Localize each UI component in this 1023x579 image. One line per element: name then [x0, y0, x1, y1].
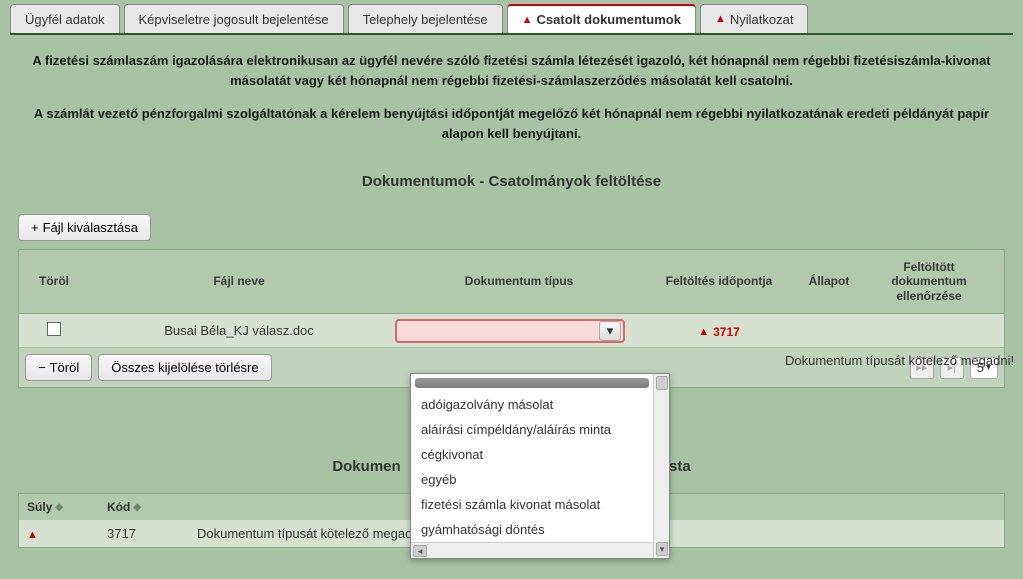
- cell-filename: Busai Béla_KJ válasz.doc: [89, 319, 389, 342]
- button-label: Töröl: [50, 360, 80, 375]
- tab-csatolt-dokumentumok[interactable]: ▲ Csatolt dokumentumok: [507, 4, 696, 33]
- sort-icon: ◆: [133, 502, 141, 513]
- tab-kepviseletre[interactable]: Képviseletre jogosult bejelentése: [124, 4, 344, 33]
- row-error-message: Dokumentum típusát kötelező megadni!: [785, 353, 1014, 368]
- doctype-option[interactable]: fizetési számla kivonat másolat: [411, 492, 653, 517]
- plus-icon: +: [31, 220, 39, 235]
- doctype-option-list: adóigazolvány másolat aláírási címpéldán…: [411, 378, 653, 542]
- col-header-delete: Töröl: [19, 264, 89, 298]
- scroll-thumb[interactable]: [656, 376, 668, 390]
- chevron-down-icon[interactable]: ▾: [599, 321, 621, 341]
- file-select-button[interactable]: + Fájl kiválasztása: [18, 214, 151, 241]
- row-alert-badge: ▲ 3717: [698, 325, 740, 339]
- doctype-option-blank[interactable]: [415, 378, 649, 388]
- doctype-select-display[interactable]: ▾: [395, 319, 625, 343]
- col-header-check: Feltöltött dokumentum ellenőrzése: [869, 250, 989, 313]
- tab-label: Nyilatkozat: [730, 12, 794, 27]
- intro-paragraph-2: A számlát vezető pénzforgalmi szolgáltat…: [18, 104, 1005, 143]
- doctype-option[interactable]: egyéb: [411, 467, 653, 492]
- col-header-filename: Fájl neve: [89, 264, 389, 298]
- col-header-kod[interactable]: Kód ◆: [99, 494, 189, 520]
- table-header-row: Töröl Fájl neve Dokumentum típus Feltölt…: [19, 250, 1004, 314]
- col-header-suly[interactable]: Súly ◆: [19, 494, 99, 520]
- row-delete-checkbox[interactable]: [47, 322, 61, 336]
- dropdown-h-scrollbar[interactable]: ◂ ▸: [411, 542, 669, 558]
- button-label: Fájl kiválasztása: [43, 220, 138, 235]
- col-header-status: Állapot: [789, 264, 869, 298]
- cell-kod: 3717: [99, 520, 189, 547]
- warning-icon: ▲: [715, 13, 726, 25]
- table-row: Busai Béla_KJ válasz.doc ▾ ▲ 3717: [19, 314, 1004, 348]
- intro-paragraph-1: A fizetési számlaszám igazolására elektr…: [18, 51, 1005, 90]
- sort-icon: ◆: [55, 502, 63, 513]
- doctype-option[interactable]: adóigazolvány másolat: [411, 392, 653, 417]
- tab-telephely[interactable]: Telephely bejelentése: [348, 4, 503, 33]
- col-header-uploadtime: Feltöltés időpontja: [649, 264, 789, 298]
- doctype-option[interactable]: gyámhatósági döntés: [411, 517, 653, 542]
- scroll-left-icon[interactable]: ◂: [413, 545, 427, 557]
- delete-button[interactable]: − Töröl: [25, 354, 92, 381]
- button-label: Összes kijelölése törlésre: [111, 360, 258, 375]
- dropdown-v-scrollbar[interactable]: ▾: [653, 374, 669, 558]
- section-title-uploads: Dokumentumok - Csatolmányok feltöltése: [18, 173, 1005, 190]
- alert-code: 3717: [713, 325, 740, 339]
- col-header-doctype: Dokumentum típus: [389, 264, 649, 298]
- doctype-select[interactable]: ▾: [395, 319, 625, 343]
- title-fragment-left: Dokumen: [332, 458, 400, 475]
- tab-nyilatkozat[interactable]: ▲ Nyilatkozat: [700, 4, 808, 33]
- tab-label: Képviseletre jogosult bejelentése: [139, 12, 329, 27]
- tab-label: Csatolt dokumentumok: [537, 12, 681, 27]
- doctype-dropdown-panel: adóigazolvány másolat aláírási címpéldán…: [410, 373, 670, 559]
- minus-icon: −: [38, 360, 46, 375]
- warning-icon: ▲: [698, 326, 709, 338]
- warning-icon: ▲: [27, 529, 38, 541]
- warning-icon: ▲: [522, 14, 533, 26]
- tab-label: Ügyfél adatok: [25, 12, 105, 27]
- doctype-option[interactable]: aláírási címpéldány/aláírás minta: [411, 417, 653, 442]
- clear-all-button[interactable]: Összes kijelölése törlésre: [98, 354, 271, 381]
- tab-bar: Ügyfél adatok Képviseletre jogosult beje…: [10, 0, 1013, 33]
- intro-text: A fizetési számlaszám igazolására elektr…: [18, 51, 1005, 143]
- tab-ugyfel-adatok[interactable]: Ügyfél adatok: [10, 4, 120, 33]
- doctype-option[interactable]: cégkivonat: [411, 442, 653, 467]
- scroll-down-icon[interactable]: ▾: [656, 542, 668, 556]
- title-fragment-right: sta: [669, 458, 691, 475]
- tab-label: Telephely bejelentése: [363, 12, 488, 27]
